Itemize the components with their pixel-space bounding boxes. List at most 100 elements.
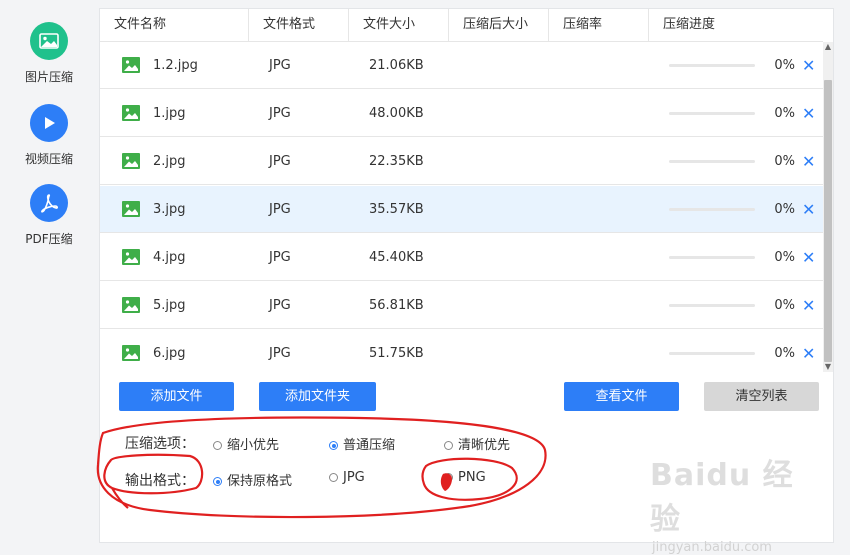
radio-label: 普通压缩 (343, 438, 396, 453)
table-row[interactable]: 1.jpg JPG 48.00KB 0% ✕ (100, 90, 823, 137)
progress-bar (669, 112, 755, 115)
file-name-cell: 3.jpg (153, 202, 186, 217)
progress-percent: 0% (774, 106, 795, 121)
radio-circle (213, 441, 222, 450)
radio-circle (329, 441, 338, 450)
file-size-cell: 45.40KB (369, 250, 424, 265)
table-row[interactable]: 6.jpg JPG 51.75KB 0% ✕ (100, 330, 823, 372)
compress-options-label: 压缩选项： (125, 436, 195, 452)
progress-bar (669, 256, 755, 259)
vertical-scrollbar[interactable]: ▲ ▼ (823, 42, 833, 372)
progress-percent: 0% (774, 154, 795, 169)
close-icon[interactable]: ✕ (802, 234, 815, 281)
column-header-compressed-size: 压缩后大小 (449, 9, 549, 41)
file-format-cell: JPG (269, 250, 291, 265)
file-name-cell: 6.jpg (153, 346, 186, 361)
scroll-down-arrow-icon[interactable]: ▼ (823, 362, 833, 372)
file-name-cell: 4.jpg (153, 250, 186, 265)
column-header-progress: 压缩进度 (663, 17, 716, 32)
progress-bar (669, 160, 755, 163)
table-row[interactable]: 2.jpg JPG 22.35KB 0% ✕ (100, 138, 823, 185)
close-icon[interactable]: ✕ (802, 282, 815, 329)
image-file-icon (122, 57, 140, 73)
play-icon (30, 104, 68, 142)
image-file-icon (122, 201, 140, 217)
radio-label: 清晰优先 (458, 438, 511, 453)
sidebar-item-image-compress[interactable]: 图片压缩 (0, 22, 98, 85)
sidebar-item-video-compress[interactable]: 视频压缩 (0, 104, 98, 167)
progress-bar (669, 304, 755, 307)
radio-circle (329, 473, 338, 482)
file-name-cell: 1.jpg (153, 106, 186, 121)
progress-bar (669, 64, 755, 67)
radio-label: PNG (458, 470, 486, 485)
image-file-icon (122, 249, 140, 265)
close-icon[interactable]: ✕ (802, 330, 815, 372)
scroll-thumb[interactable] (824, 80, 832, 362)
radio-label: 缩小优先 (227, 438, 280, 453)
output-format-label: 输出格式： (125, 473, 195, 489)
file-format-cell: JPG (269, 154, 291, 169)
file-size-cell: 35.57KB (369, 202, 424, 217)
close-icon[interactable]: ✕ (802, 42, 815, 89)
close-icon[interactable]: ✕ (802, 186, 815, 233)
clear-list-button[interactable]: 清空列表 (704, 382, 819, 411)
table-header: 文件名称 文件格式 文件大小 压缩后大小 压缩率 压缩进度 (100, 9, 823, 42)
sidebar-item-label: PDF压缩 (25, 232, 73, 246)
table-row[interactable]: 1.2.jpg JPG 21.06KB 0% ✕ (100, 42, 823, 89)
sidebar-item-label: 图片压缩 (24, 70, 73, 84)
scroll-up-arrow-icon[interactable]: ▲ (823, 42, 833, 52)
radio-compress-smallest[interactable]: 缩小优先 (213, 434, 279, 453)
image-file-icon (122, 297, 140, 313)
close-icon[interactable]: ✕ (802, 138, 815, 185)
file-name-cell: 2.jpg (153, 154, 186, 169)
file-format-cell: JPG (269, 58, 291, 73)
image-icon (30, 22, 68, 60)
radio-compress-normal[interactable]: 普通压缩 (329, 434, 395, 453)
column-header-ratio: 压缩率 (549, 9, 649, 41)
radio-circle (444, 441, 453, 450)
file-name-cell: 1.2.jpg (153, 58, 198, 73)
progress-percent: 0% (774, 298, 795, 313)
view-files-button[interactable]: 查看文件 (564, 382, 679, 411)
file-size-cell: 51.75KB (369, 346, 424, 361)
file-size-cell: 22.35KB (369, 154, 424, 169)
file-format-cell: JPG (269, 346, 291, 361)
radio-circle (444, 473, 453, 482)
image-file-icon (122, 105, 140, 121)
progress-percent: 0% (774, 250, 795, 265)
radio-format-jpg[interactable]: JPG (329, 470, 365, 485)
main-panel: 文件名称 文件格式 文件大小 压缩后大小 压缩率 压缩进度 1.2.jpg JPG… (99, 8, 834, 543)
progress-bar (669, 208, 755, 211)
radio-format-original[interactable]: 保持原格式 (213, 470, 292, 489)
table-row[interactable]: 5.jpg JPG 56.81KB 0% ✕ (100, 282, 823, 329)
column-header-format: 文件格式 (249, 9, 349, 41)
image-file-icon (122, 345, 140, 361)
pdf-icon (30, 184, 68, 222)
file-format-cell: JPG (269, 202, 291, 217)
progress-percent: 0% (774, 202, 795, 217)
file-list: 1.2.jpg JPG 21.06KB 0% ✕ 1.jpg JPG 48.00KB 0% ✕ 2.… (100, 42, 823, 372)
file-format-cell: JPG (269, 298, 291, 313)
radio-compress-clear[interactable]: 清晰优先 (444, 434, 510, 453)
progress-percent: 0% (774, 58, 795, 73)
add-folder-button[interactable]: 添加文件夹 (259, 382, 376, 411)
table-row[interactable]: 4.jpg JPG 45.40KB 0% ✕ (100, 234, 823, 281)
radio-label: JPG (343, 470, 365, 485)
radio-label: 保持原格式 (227, 474, 293, 489)
file-name-cell: 5.jpg (153, 298, 186, 313)
sidebar-item-label: 视频压缩 (24, 152, 73, 166)
file-size-cell: 56.81KB (369, 298, 424, 313)
radio-format-png[interactable]: PNG (444, 470, 486, 485)
file-format-cell: JPG (269, 106, 291, 121)
sidebar-item-pdf-compress[interactable]: PDF压缩 (0, 184, 98, 247)
close-icon[interactable]: ✕ (802, 90, 815, 137)
image-file-icon (122, 153, 140, 169)
column-header-size: 文件大小 (349, 9, 449, 41)
radio-circle (213, 477, 222, 486)
file-size-cell: 21.06KB (369, 58, 424, 73)
add-file-button[interactable]: 添加文件 (119, 382, 234, 411)
column-header-name: 文件名称 (100, 9, 249, 41)
table-row[interactable]: 3.jpg JPG 35.57KB 0% ✕ (100, 186, 823, 233)
file-size-cell: 48.00KB (369, 106, 424, 121)
